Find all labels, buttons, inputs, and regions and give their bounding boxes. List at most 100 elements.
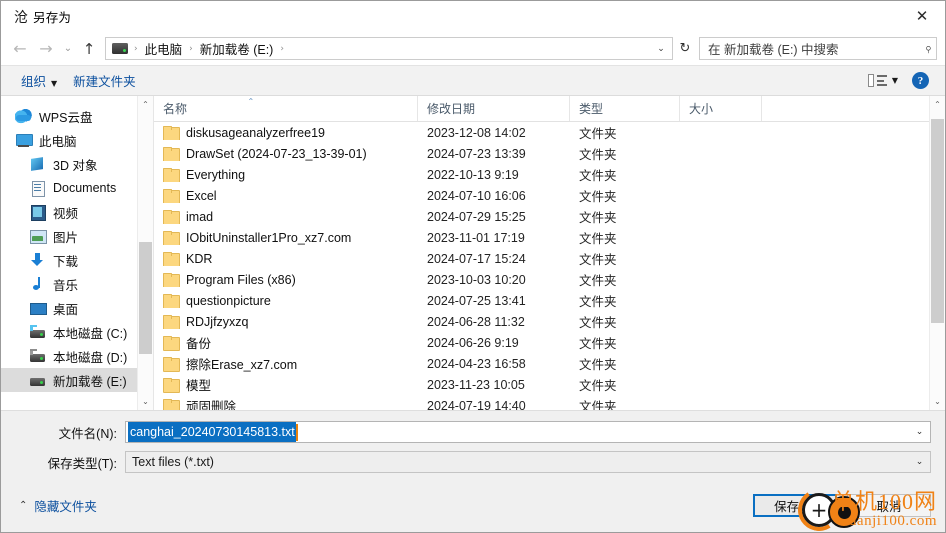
file-date-cell: 2024-07-19 14:40 <box>427 398 526 411</box>
sidebar-scrollbar[interactable]: ⌃ ⌄ <box>137 96 153 410</box>
table-row[interactable]: KDR 2024-07-17 15:24 文件夹 <box>154 248 929 269</box>
disk-d-icon <box>29 348 46 364</box>
breadcrumb-item-volume-e[interactable]: 新加载卷 (E:) <box>197 38 277 59</box>
sidebar-item-volume-e[interactable]: 新加载卷 (E:) <box>1 368 137 392</box>
pictures-icon <box>29 228 47 244</box>
file-name-cell: Everything <box>154 168 418 182</box>
file-type-cell: 文件夹 <box>579 337 617 351</box>
chevron-down-icon[interactable]: ⌄ <box>911 452 928 472</box>
table-row[interactable]: 擦除Erase_xz7.com 2024-04-23 16:58 文件夹 <box>154 353 929 374</box>
address-bar[interactable]: › 此电脑 › 新加载卷 (E:) › ⌄ <box>105 37 673 60</box>
view-layout-icon[interactable] <box>867 73 888 89</box>
table-row[interactable]: DrawSet (2024-07-23_13-39-01) 2024-07-23… <box>154 143 929 164</box>
table-row[interactable]: 模型 2023-11-23 10:05 文件夹 <box>154 374 929 395</box>
sidebar-item-documents[interactable]: Documents <box>1 176 137 200</box>
sidebar-item-desktop[interactable]: 桌面 <box>1 296 137 320</box>
file-type-cell: 文件夹 <box>579 358 617 372</box>
sidebar-item-videos[interactable]: 视频 <box>1 200 137 224</box>
breadcrumb-separator: › <box>189 43 193 54</box>
file-list-scroll-thumb[interactable] <box>930 118 944 323</box>
save-form: 文件名(N): canghai_20240730145813.txt ⌄ 保存类… <box>1 410 945 484</box>
disk-c-icon <box>29 324 46 340</box>
up-button[interactable]: ↑ <box>77 36 101 62</box>
column-header-type[interactable]: 类型 <box>570 96 680 121</box>
sidebar-item-label: Documents <box>53 181 117 195</box>
column-header-size[interactable]: 大小 <box>680 96 762 121</box>
forward-button[interactable]: → <box>33 36 59 62</box>
file-type-cell: 文件夹 <box>579 148 617 162</box>
file-type-cell: 文件夹 <box>579 253 617 267</box>
file-name-cell: Program Files (x86) <box>154 273 418 287</box>
column-label: 名称 <box>163 102 188 116</box>
file-name-cell: imad <box>154 210 418 224</box>
table-row[interactable]: RDJjfzyxzq 2024-06-28 11:32 文件夹 <box>154 311 929 332</box>
app-icon: 沧 <box>14 8 28 25</box>
downloads-icon <box>29 252 46 268</box>
table-row[interactable]: Everything 2022-10-13 9:19 文件夹 <box>154 164 929 185</box>
filename-input[interactable]: canghai_20240730145813.txt ⌄ <box>125 421 931 443</box>
table-row[interactable]: diskusageanalyzerfree19 2023-12-08 14:02… <box>154 122 929 143</box>
sidebar-item-3d-objects[interactable]: 3D 对象 <box>1 152 137 176</box>
folder-icon <box>163 168 180 182</box>
chevron-down-icon[interactable]: ⌄ <box>652 38 670 59</box>
column-header-date[interactable]: 修改日期 <box>418 96 570 121</box>
sidebar-item-music[interactable]: 音乐 <box>1 272 137 296</box>
folder-icon <box>163 357 180 372</box>
sidebar-item-wps-cloud[interactable]: WPS云盘 <box>1 104 137 128</box>
table-row[interactable]: Program Files (x86) 2023-10-03 10:20 文件夹 <box>154 269 929 290</box>
scroll-down-icon[interactable]: ⌄ <box>930 393 946 410</box>
file-name: 备份 <box>186 337 212 351</box>
scroll-up-icon[interactable]: ⌃ <box>930 96 946 113</box>
sidebar-item-this-pc[interactable]: 此电脑 <box>1 128 137 152</box>
file-name: Excel <box>186 188 217 203</box>
hide-folders-button[interactable]: ⌃ 隐藏文件夹 <box>15 496 97 515</box>
sidebar-item-label: 音乐 <box>53 278 79 293</box>
file-name-cell: DrawSet (2024-07-23_13-39-01) <box>154 147 418 161</box>
sidebar-item-local-disk-c[interactable]: 本地磁盘 (C:) <box>1 320 137 344</box>
sidebar-item-label: 本地磁盘 (C:) <box>53 326 128 341</box>
table-row[interactable]: questionpicture 2024-07-25 13:41 文件夹 <box>154 290 929 311</box>
sidebar-item-label: 图片 <box>53 230 79 245</box>
chevron-down-icon[interactable]: ⌄ <box>911 422 928 442</box>
hide-folders-label: 隐藏文件夹 <box>34 499 97 514</box>
back-button[interactable]: ← <box>7 36 33 62</box>
recent-locations-icon[interactable]: ⌄ <box>59 36 77 62</box>
organize-button[interactable]: 组织 ▼ <box>13 68 65 93</box>
scroll-down-icon[interactable]: ⌄ <box>138 393 154 410</box>
3d-objects-icon <box>29 156 46 172</box>
new-folder-button[interactable]: 新建文件夹 <box>65 68 144 93</box>
refresh-icon[interactable]: ↻ <box>673 37 697 60</box>
file-name: Everything <box>186 167 246 182</box>
navigation-pane: WPS云盘 此电脑 3D 对象 Documents 视频 图片 下载 音乐 桌面… <box>1 96 153 410</box>
close-icon[interactable]: ✕ <box>899 1 945 31</box>
column-header-name[interactable]: ⌃ 名称 <box>154 96 418 121</box>
cloud-icon <box>15 108 32 124</box>
filetype-select[interactable]: Text files (*.txt) ⌄ <box>125 451 931 473</box>
file-list-scrollbar[interactable]: ⌃ ⌄ <box>929 96 945 410</box>
table-row[interactable]: 顽固删除 2024-07-19 14:40 文件夹 <box>154 395 929 410</box>
search-input[interactable]: 在 新加载卷 (E:) 中搜索 ⌕ <box>699 37 937 60</box>
sidebar-item-pictures[interactable]: 图片 <box>1 224 137 248</box>
table-row[interactable]: IObitUninstaller1Pro_xz7.com 2023-11-01 … <box>154 227 929 248</box>
folder-icon <box>163 252 180 266</box>
sidebar-item-label: 本地磁盘 (D:) <box>53 350 128 365</box>
file-list-scroll-track[interactable] <box>930 113 946 393</box>
table-row[interactable]: 备份 2024-06-26 9:19 文件夹 <box>154 332 929 353</box>
sidebar-item-local-disk-d[interactable]: 本地磁盘 (D:) <box>1 344 137 368</box>
file-name: 模型 <box>186 379 212 393</box>
sidebar-item-downloads[interactable]: 下载 <box>1 248 137 272</box>
sidebar-scroll-track[interactable] <box>138 113 154 393</box>
sidebar-scroll-thumb[interactable] <box>138 241 152 354</box>
folder-icon <box>163 336 180 351</box>
file-date-cell: 2024-07-29 15:25 <box>427 209 526 224</box>
chevron-down-icon[interactable]: ▼ <box>892 76 898 85</box>
folder-icon <box>163 231 180 245</box>
breadcrumb-item-this-pc[interactable]: 此电脑 <box>142 38 186 59</box>
file-type-cell: 文件夹 <box>579 232 617 246</box>
table-row[interactable]: imad 2024-07-29 15:25 文件夹 <box>154 206 929 227</box>
scroll-up-icon[interactable]: ⌃ <box>138 96 154 113</box>
documents-icon <box>29 180 46 197</box>
help-icon[interactable]: ? <box>912 72 929 89</box>
file-name-cell: 擦除Erase_xz7.com <box>154 354 418 373</box>
table-row[interactable]: Excel 2024-07-10 16:06 文件夹 <box>154 185 929 206</box>
